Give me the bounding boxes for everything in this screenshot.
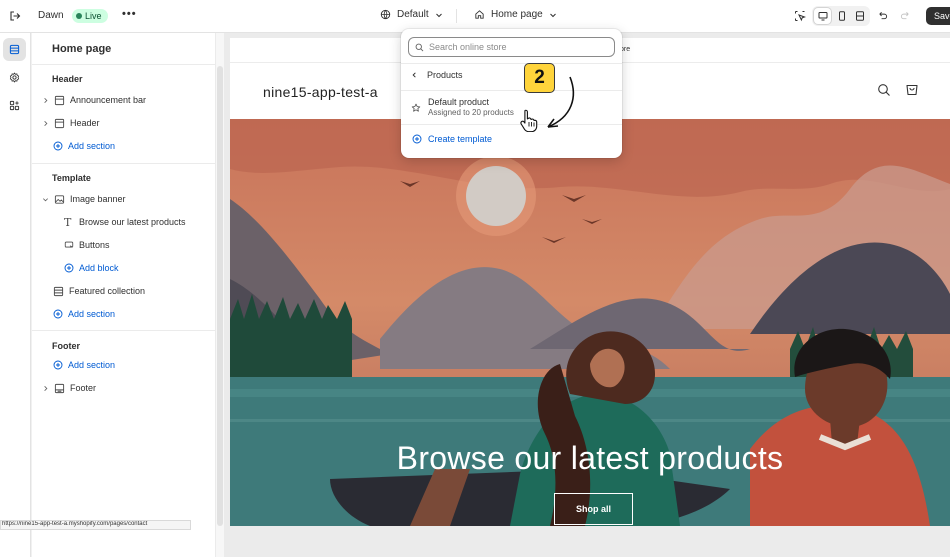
sections-panel: Home page Header Announcement bar Header… bbox=[32, 33, 215, 557]
hero-heading: Browse our latest products bbox=[396, 440, 784, 476]
template-title: Default product bbox=[428, 97, 490, 107]
chevron-right-icon[interactable] bbox=[41, 97, 49, 104]
create-template-button[interactable]: Create template bbox=[412, 134, 492, 144]
sections-icon[interactable] bbox=[3, 38, 26, 61]
live-status-badge: Live bbox=[72, 9, 108, 23]
plus-circle-icon bbox=[53, 360, 63, 370]
popover-divider bbox=[401, 124, 622, 125]
template-search-field[interactable] bbox=[408, 37, 615, 57]
footer-group-title: Footer bbox=[52, 341, 80, 351]
chevron-right-icon[interactable] bbox=[41, 385, 49, 392]
panel-divider bbox=[32, 64, 215, 65]
popover-divider bbox=[401, 90, 622, 91]
text-icon: T bbox=[64, 215, 72, 229]
header-group-title: Header bbox=[52, 74, 83, 84]
plus-circle-icon bbox=[53, 141, 63, 151]
device-toggle-group bbox=[812, 6, 870, 26]
live-status-label: Live bbox=[85, 11, 102, 21]
footer-add-section-button[interactable]: Add section bbox=[53, 358, 115, 372]
template-add-section-button[interactable]: Add section bbox=[53, 307, 115, 321]
section-header[interactable]: Header bbox=[41, 116, 100, 130]
section-announcement-bar[interactable]: Announcement bar bbox=[41, 93, 146, 107]
theme-select-label: Default bbox=[397, 9, 429, 20]
block-label: Buttons bbox=[79, 240, 110, 250]
shop-all-button[interactable]: Shop all bbox=[554, 493, 633, 525]
star-icon bbox=[411, 103, 421, 112]
cart-icon[interactable] bbox=[905, 83, 919, 102]
topbar-divider bbox=[456, 9, 457, 23]
block-buttons[interactable]: Buttons bbox=[64, 238, 110, 252]
template-picker-popover: Products Default product Assigned to 20 … bbox=[401, 29, 622, 158]
add-block-button[interactable]: Add block bbox=[64, 261, 119, 275]
image-icon bbox=[54, 194, 65, 204]
section-label: Header bbox=[70, 118, 100, 128]
back-to-products-button[interactable]: Products bbox=[411, 70, 463, 80]
chevron-down-icon bbox=[435, 13, 442, 17]
section-label: Featured collection bbox=[69, 286, 146, 296]
section-label: Image banner bbox=[70, 194, 126, 204]
chevron-down-icon bbox=[549, 13, 556, 17]
store-search-icon[interactable] bbox=[877, 83, 891, 102]
page-select-label: Home page bbox=[491, 9, 543, 20]
home-icon bbox=[475, 10, 484, 19]
plus-circle-icon bbox=[64, 263, 74, 273]
plus-circle-icon bbox=[53, 309, 63, 319]
group-divider bbox=[32, 163, 215, 164]
header-add-section-button[interactable]: Add section bbox=[53, 139, 115, 153]
popover-divider bbox=[401, 63, 622, 64]
create-template-label: Create template bbox=[428, 134, 493, 144]
fullscreen-view-icon[interactable] bbox=[851, 8, 868, 24]
layout-header-icon bbox=[54, 118, 65, 128]
layout-footer-icon bbox=[54, 383, 65, 393]
theme-select[interactable]: Default bbox=[380, 9, 443, 20]
layout-section-icon bbox=[54, 95, 65, 105]
add-block-label: Add block bbox=[79, 263, 119, 273]
mobile-view-icon[interactable] bbox=[833, 8, 850, 24]
chevron-down-icon[interactable] bbox=[41, 196, 49, 203]
plus-circle-icon bbox=[412, 134, 422, 144]
step-arrow-icon bbox=[547, 76, 575, 128]
chevron-left-icon bbox=[412, 72, 416, 78]
inspector-icon[interactable] bbox=[794, 10, 806, 22]
panel-title: Home page bbox=[52, 43, 112, 55]
template-group-title: Template bbox=[52, 173, 91, 183]
search-icon bbox=[415, 43, 424, 51]
undo-icon[interactable] bbox=[877, 10, 888, 21]
redo-icon[interactable] bbox=[900, 10, 911, 21]
chevron-right-icon[interactable] bbox=[41, 120, 49, 127]
template-search-input[interactable] bbox=[429, 42, 599, 52]
add-section-label: Add section bbox=[68, 309, 116, 319]
section-label: Announcement bar bbox=[70, 95, 147, 105]
section-label: Footer bbox=[70, 383, 97, 393]
theme-name: Dawn bbox=[38, 10, 64, 21]
block-heading[interactable]: T Browse our latest products bbox=[64, 215, 186, 229]
store-logo-text[interactable]: nine15-app-test-a bbox=[263, 84, 378, 100]
exit-icon[interactable] bbox=[9, 10, 21, 22]
scrollbar-thumb[interactable] bbox=[217, 66, 223, 526]
section-image-banner[interactable]: Image banner bbox=[41, 192, 126, 206]
more-actions-button[interactable]: ••• bbox=[122, 8, 137, 20]
section-footer[interactable]: Footer bbox=[41, 381, 96, 395]
section-featured-collection[interactable]: Featured collection bbox=[53, 284, 145, 298]
editor-icon-rail bbox=[0, 33, 31, 557]
live-dot-icon bbox=[76, 13, 82, 19]
globe-icon bbox=[380, 9, 391, 20]
back-label: Products bbox=[427, 70, 463, 80]
page-select[interactable]: Home page bbox=[474, 9, 557, 20]
add-section-label: Add section bbox=[68, 141, 116, 151]
link-status-bar: https://nine15-app-test-a.myshopify.com/… bbox=[0, 520, 191, 530]
desktop-view-icon[interactable] bbox=[814, 8, 831, 24]
block-label: Browse our latest products bbox=[79, 217, 186, 227]
group-divider bbox=[32, 330, 215, 331]
apps-icon[interactable] bbox=[3, 94, 26, 117]
save-button[interactable]: Save bbox=[926, 7, 950, 25]
template-option-default-product[interactable]: Default product Assigned to 20 products bbox=[411, 97, 514, 117]
collection-icon bbox=[53, 286, 64, 296]
add-section-label: Add section bbox=[68, 360, 116, 370]
theme-settings-gear-icon[interactable] bbox=[3, 66, 26, 89]
panel-scrollbar[interactable] bbox=[215, 33, 224, 557]
button-icon bbox=[64, 241, 74, 248]
template-subtitle: Assigned to 20 products bbox=[428, 108, 514, 117]
pointer-hand-icon bbox=[520, 109, 538, 132]
